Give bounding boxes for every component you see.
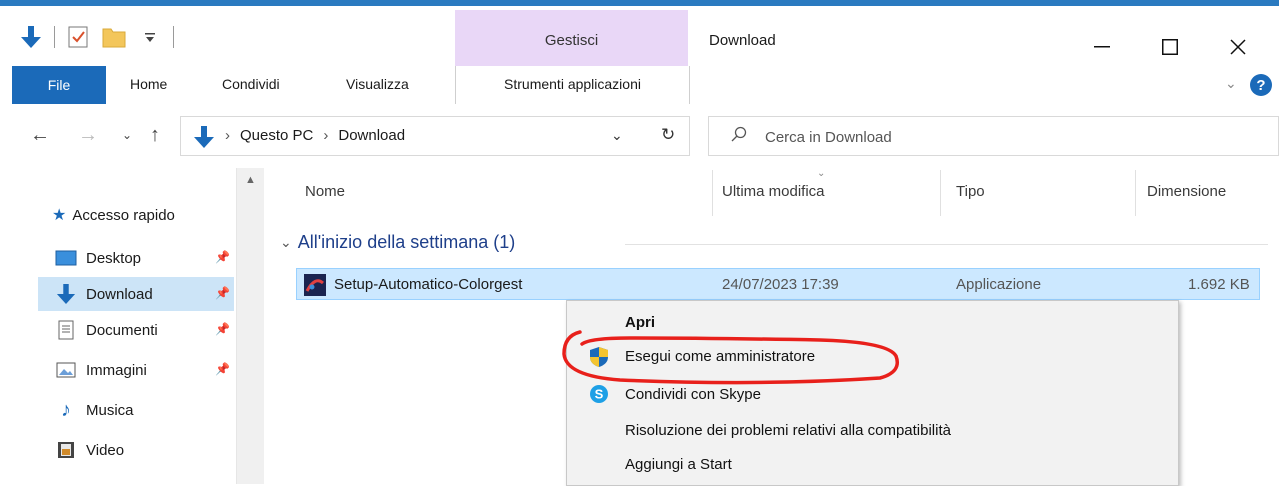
close-button[interactable]	[1218, 32, 1258, 62]
sidebar-item-label: Video	[86, 441, 125, 459]
sidebar-item-desktop[interactable]: Desktop 📌	[38, 241, 234, 275]
sidebar-item-immagini[interactable]: Immagini 📌	[38, 353, 234, 387]
group-divider	[625, 244, 1268, 245]
svg-text:S: S	[595, 387, 604, 402]
sidebar-item-video[interactable]: Video	[38, 433, 234, 467]
highlight-annotation	[562, 330, 899, 385]
pin-icon[interactable]: 📌	[215, 362, 230, 376]
address-row: ← → ⌄ ↑ › Questo PC › Download ⌄ ↻	[0, 104, 1279, 168]
breadcrumb-separator-icon: ›	[323, 127, 329, 144]
sidebar-item-musica[interactable]: ♪ Musica	[38, 393, 234, 427]
sidebar-item-label: Immagini	[86, 361, 147, 379]
column-header-nome[interactable]: Nome	[305, 183, 345, 200]
tab-visualizza[interactable]: Visualizza	[346, 76, 409, 92]
menu-item-label: Aggiungi a Start	[625, 456, 732, 473]
pin-icon[interactable]: 📌	[215, 250, 230, 264]
video-icon	[54, 440, 78, 460]
pin-icon[interactable]: 📌	[215, 322, 230, 336]
breadcrumb-download[interactable]: Download	[338, 127, 405, 144]
window-top-edge	[0, 0, 1279, 10]
file-size: 1.692 KB	[1188, 276, 1250, 293]
tab-strumenti-label: Strumenti applicazioni	[504, 76, 641, 92]
menu-item-risoluzione-compatibilita[interactable]: Risoluzione dei problemi relativi alla c…	[567, 415, 1178, 447]
address-dropdown-icon[interactable]: ⌄	[611, 127, 623, 144]
new-folder-icon[interactable]	[101, 24, 127, 50]
column-header-ultima-modifica[interactable]: Ultima modifica	[722, 183, 825, 200]
group-collapse-chevron-icon[interactable]: ⌄	[280, 234, 292, 251]
maximize-button[interactable]	[1150, 32, 1190, 62]
address-bar[interactable]: › Questo PC › Download ⌄ ↻	[180, 116, 690, 156]
search-box[interactable]	[708, 116, 1279, 156]
pictures-icon	[54, 360, 78, 380]
music-icon: ♪	[61, 398, 71, 421]
tab-strumenti-applicazioni[interactable]: Strumenti applicazioni	[455, 66, 690, 104]
file-modified: 24/07/2023 17:39	[722, 276, 839, 293]
tab-file[interactable]: File	[12, 66, 106, 104]
forward-arrow-icon[interactable]: →	[78, 124, 98, 147]
sidebar-item-label: Desktop	[86, 249, 142, 267]
documents-icon	[54, 320, 78, 340]
breadcrumb: › Questo PC › Download	[225, 127, 405, 144]
sidebar-item-download[interactable]: Download 📌	[38, 277, 234, 311]
ribbon-tabs: File Home Condividi Visualizza Strumenti…	[0, 66, 1279, 105]
sidebar-item-label: Documenti	[86, 321, 158, 339]
column-header-dimensione[interactable]: Dimensione	[1147, 183, 1226, 200]
title-bar: Gestisci Download	[0, 10, 1279, 66]
application-icon	[304, 274, 326, 300]
download-location-icon	[193, 125, 215, 153]
sidebar-item-label: Download	[86, 285, 153, 303]
desktop-icon	[54, 248, 78, 268]
properties-icon[interactable]	[65, 24, 91, 50]
breadcrumb-questo-pc[interactable]: Questo PC	[240, 127, 313, 144]
expand-ribbon-icon[interactable]: ⌄	[1225, 75, 1237, 92]
tab-gestisci-label: Gestisci	[544, 32, 599, 49]
star-icon: ★	[52, 207, 67, 224]
scroll-up-icon[interactable]: ▲	[245, 174, 256, 186]
sort-indicator-icon: ⌄	[817, 168, 826, 179]
download-arrow-icon[interactable]	[18, 24, 44, 50]
group-header-label: All'inizio della settimana (1)	[297, 232, 516, 252]
menu-item-label: Risoluzione dei problemi relativi alla c…	[625, 422, 951, 439]
skype-icon: S	[589, 384, 611, 406]
nav-quick-access[interactable]: ★ Accesso rapido	[52, 205, 175, 225]
back-arrow-icon[interactable]: ←	[30, 124, 50, 147]
menu-item-label: Condividi con Skype	[625, 386, 761, 403]
nav-quick-access-label: Accesso rapido	[72, 206, 175, 224]
pin-icon[interactable]: 📌	[215, 286, 230, 300]
customize-toolbar-icon[interactable]	[137, 24, 163, 50]
menu-item-aggiungi-a-start[interactable]: Aggiungi a Start	[567, 449, 1178, 481]
recent-locations-chevron-icon[interactable]: ⌄	[122, 128, 132, 142]
help-icon[interactable]: ?	[1250, 74, 1272, 96]
minimize-button[interactable]	[1082, 32, 1122, 62]
file-name: Setup-Automatico-Colorgest	[334, 276, 523, 293]
file-type: Applicazione	[956, 276, 1042, 293]
group-header[interactable]: ⌄ All'inizio della settimana (1)	[280, 232, 515, 253]
sidebar-item-label: Musica	[86, 401, 134, 419]
window-title: Download	[709, 32, 776, 49]
tab-home[interactable]: Home	[130, 76, 167, 92]
quick-access-toolbar	[18, 24, 174, 50]
download-icon	[54, 284, 78, 304]
refresh-icon[interactable]: ↻	[661, 125, 675, 145]
tab-condividi[interactable]: Condividi	[222, 76, 280, 92]
breadcrumb-separator-icon: ›	[225, 127, 230, 144]
tab-gestisci[interactable]: Gestisci	[455, 10, 688, 66]
sidebar-item-documenti[interactable]: Documenti 📌	[38, 313, 234, 347]
nav-scrollbar[interactable]: ▲	[236, 168, 264, 484]
up-arrow-icon[interactable]: ↑	[150, 124, 160, 147]
search-input[interactable]	[763, 123, 1167, 151]
search-icon	[731, 126, 747, 147]
column-header-tipo[interactable]: Tipo	[956, 183, 985, 200]
